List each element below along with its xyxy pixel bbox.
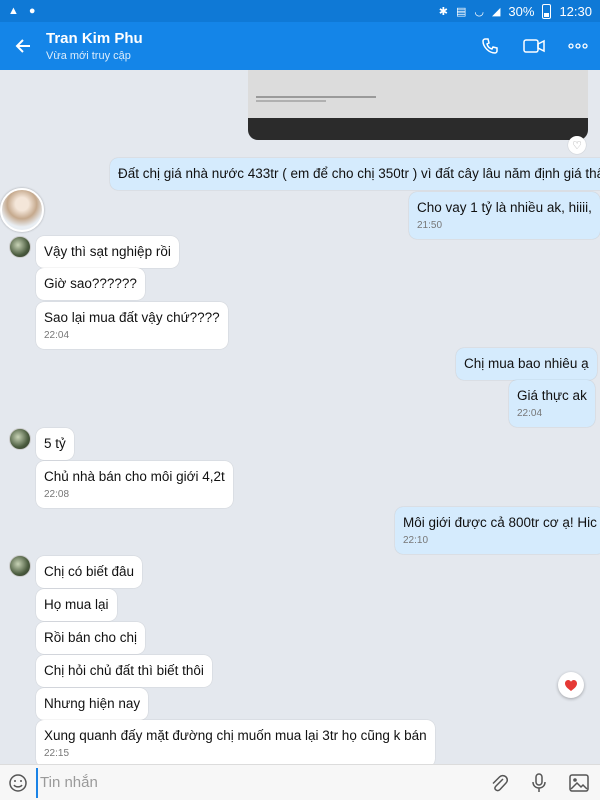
bluetooth-icon: ✱	[438, 5, 448, 18]
emoji-icon	[9, 773, 27, 792]
contact-name: Tran Kim Phu	[46, 30, 143, 47]
message-text: Sao lại mua đất vậy chứ????	[44, 310, 220, 325]
message-bubble[interactable]: Chị hỏi chủ đất thì biết thôi	[36, 655, 212, 687]
clock: 12:30	[559, 3, 592, 19]
message-bubble[interactable]: Giờ sao??????	[36, 268, 145, 300]
wifi-icon: ◡	[474, 5, 484, 18]
voice-button[interactable]	[528, 772, 550, 794]
message-bubble[interactable]: Chủ nhà bán cho môi giới 4,2t 22:08	[36, 461, 233, 508]
message-bubble[interactable]: Họ mua lại	[36, 589, 117, 621]
message-text: Đất chị giá nhà nước 433tr ( em để cho c…	[118, 166, 600, 181]
message-text: Chị có biết đâu	[44, 564, 135, 579]
message-bubble[interactable]: Vậy thì sạt nghiệp rồi	[36, 236, 179, 268]
image-icon	[569, 773, 589, 792]
person-notification-icon: ▲	[8, 5, 19, 17]
message-text: Xung quanh đấy mặt đường chị muốn mua lạ…	[44, 728, 427, 743]
message-bubble[interactable]: Chị có biết đâu	[36, 556, 143, 588]
microphone-icon	[532, 772, 546, 792]
message-text: Giá thực ak	[517, 388, 587, 403]
message-input-bar	[0, 764, 600, 800]
message-bubble[interactable]: Giá thực ak 22:04	[509, 380, 595, 427]
browser-notification-icon: ●	[28, 5, 36, 17]
contact-avatar[interactable]	[9, 555, 31, 577]
back-arrow-icon	[15, 39, 30, 53]
photo-text-line	[256, 100, 326, 102]
like-button[interactable]: ♡	[568, 136, 586, 154]
message-bubble[interactable]: Nhưng hiện nay	[36, 688, 149, 720]
photo-document	[248, 70, 588, 118]
message-bubble[interactable]: Đất chị giá nhà nước 433tr ( em để cho c…	[110, 158, 600, 190]
message-time: 22:04	[44, 330, 70, 341]
attach-button[interactable]	[488, 772, 510, 794]
contact-avatar[interactable]	[9, 428, 31, 450]
react-heart-button[interactable]	[558, 672, 584, 698]
photo-message[interactable]	[248, 70, 588, 140]
seen-avatar	[0, 188, 44, 232]
message-input[interactable]	[36, 767, 488, 798]
message-text: Cho vay 1 tỷ là nhiều ak, hiiii,	[417, 200, 592, 215]
status-bar: ▲ ● ✱ ▤ ◡ ◢ 30% 12:30	[0, 0, 600, 22]
message-text: 5 tỷ	[44, 436, 66, 451]
video-camera-icon	[523, 39, 545, 53]
message-bubble[interactable]: Chị mua bao nhiêu ạ	[456, 348, 597, 380]
battery-percent: 30%	[508, 3, 535, 19]
phone-icon	[482, 38, 498, 54]
message-text: Nhưng hiện nay	[44, 696, 141, 711]
photo-text-line	[256, 96, 376, 98]
message-time: 22:15	[44, 748, 70, 759]
contact-info[interactable]: Tran Kim Phu Vừa mới truy cập	[46, 30, 143, 62]
battery-icon	[542, 3, 552, 19]
emoji-button[interactable]	[0, 773, 36, 793]
more-options-button[interactable]	[566, 34, 590, 58]
message-bubble[interactable]: Môi giới được cả 800tr cơ ạ! Hic 22:10	[395, 507, 600, 554]
heart-icon	[565, 679, 577, 691]
message-text: Chủ nhà bán cho môi giới 4,2t	[44, 469, 225, 484]
signal-icon: ◢	[491, 5, 501, 18]
more-dots-icon	[568, 43, 588, 49]
chat-area[interactable]: ♡ Đất chị giá nhà nước 433tr ( em để cho…	[0, 70, 600, 764]
message-text: Chị hỏi chủ đất thì biết thôi	[44, 663, 204, 678]
call-button[interactable]	[478, 34, 502, 58]
message-text: Giờ sao??????	[44, 276, 137, 291]
message-time: 22:10	[403, 535, 429, 546]
message-text: Chị mua bao nhiêu ạ	[464, 356, 589, 371]
message-bubble[interactable]: Cho vay 1 tỷ là nhiều ak, hiiii, 21:50	[409, 192, 600, 239]
paperclip-icon	[492, 774, 508, 791]
back-button[interactable]	[0, 22, 46, 70]
vibrate-icon: ▤	[455, 5, 467, 18]
message-bubble[interactable]: Xung quanh đấy mặt đường chị muốn mua lạ…	[36, 720, 435, 764]
message-text: Môi giới được cả 800tr cơ ạ! Hic	[403, 515, 597, 530]
message-time: 22:08	[44, 489, 70, 500]
message-time: 21:50	[417, 220, 443, 231]
message-text: Họ mua lại	[44, 597, 109, 612]
contact-status: Vừa mới truy cập	[46, 50, 131, 62]
heart-outline-icon: ♡	[572, 139, 582, 152]
chat-header: Tran Kim Phu Vừa mới truy cập	[0, 22, 600, 70]
image-button[interactable]	[568, 772, 590, 794]
message-bubble[interactable]: 5 tỷ	[36, 428, 74, 460]
message-text: Vậy thì sạt nghiệp rồi	[44, 244, 171, 259]
message-bubble[interactable]: Rồi bán cho chị	[36, 622, 146, 654]
message-time: 22:04	[517, 408, 543, 419]
contact-avatar[interactable]	[9, 236, 31, 258]
message-bubble[interactable]: Sao lại mua đất vậy chứ???? 22:04	[36, 302, 228, 349]
message-text: Rồi bán cho chị	[44, 630, 138, 645]
video-call-button[interactable]	[522, 34, 546, 58]
